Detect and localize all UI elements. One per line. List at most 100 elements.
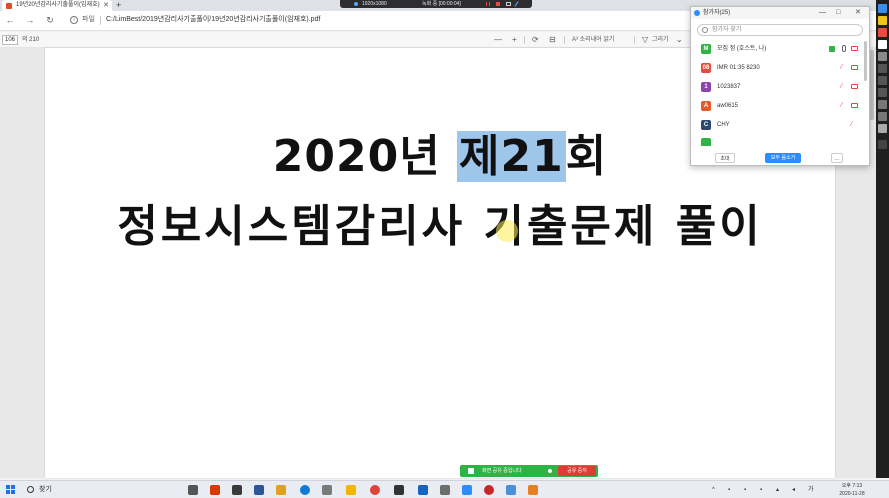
pen-icon[interactable] [514,1,519,7]
text-icon[interactable] [878,100,887,109]
read-aloud-button[interactable]: A³ 소리내어 읽기 [572,34,614,46]
options-icon[interactable] [548,469,552,473]
participant-row[interactable]: 08 IMR 01:35 8230 ⁄ [697,60,863,76]
app-icon[interactable] [440,485,450,495]
microphone-muted-icon[interactable]: ⁄ [851,121,856,129]
zoom-in-button[interactable]: + [512,34,517,46]
participant-row-partial[interactable] [697,136,863,146]
participant-row[interactable]: M 모집 정 (호스트, 나) [697,41,863,57]
chrome-icon[interactable] [370,485,380,495]
rectangle-icon[interactable] [878,76,887,85]
video-off-icon[interactable] [851,65,858,70]
stop-share-button[interactable]: 공유 중지 [558,466,596,476]
tray-chevron-icon[interactable]: ^ [712,485,715,495]
windows-start-icon[interactable] [6,485,16,495]
highlighter-icon[interactable] [878,16,887,25]
participant-name: 1023837 [717,84,741,90]
search-icon [27,486,34,493]
photos-icon[interactable] [276,485,286,495]
settings-icon[interactable] [878,140,887,149]
mute-all-button[interactable]: 모두 음소거 [765,153,801,163]
eraser-icon[interactable] [878,112,887,121]
microphone-muted-icon[interactable]: ⁄ [841,102,846,110]
stop-icon[interactable] [496,2,500,6]
taskbar-search[interactable]: 찾기 [25,483,175,497]
edge-icon[interactable] [300,485,310,495]
avatar: C [701,120,711,130]
recorder-icon[interactable] [484,485,494,495]
app-icon[interactable] [322,485,332,495]
task-view-icon[interactable] [188,485,198,495]
back-icon[interactable]: ← [4,14,16,26]
microphone-muted-icon[interactable]: ⁄ [841,64,846,72]
zoom-logo-icon [694,10,700,16]
line-icon[interactable] [878,64,887,73]
tray-app-icon[interactable]: ▪ [728,485,730,495]
recording-resolution: 1920x1080 [362,1,387,7]
more-button[interactable]: ... [831,153,843,163]
network-icon[interactable]: ▴ [776,485,779,495]
app-icon[interactable] [528,485,538,495]
volume-icon[interactable]: ◂ [792,485,795,495]
camera-icon[interactable] [506,2,511,6]
clock-time: 오후 7:13 [841,483,863,489]
forward-icon[interactable]: → [24,14,36,26]
rotate-icon[interactable]: ⟳ [532,34,539,46]
tab-close-icon[interactable]: ✕ [103,0,109,11]
browser-tab[interactable]: 19년20년감리사기출풀이(임재호) ✕ [2,0,112,11]
info-icon[interactable]: i [70,16,78,24]
participant-name: CHY [717,122,730,128]
fit-page-icon[interactable]: ⊟ [549,34,556,46]
chevron-down-icon[interactable]: ⌄ [676,34,683,46]
screen-share-bar: 화면 공유 중입니다 공유 중지 [460,465,598,477]
ellipse-icon[interactable] [878,88,887,97]
screen-share-icon [829,46,835,52]
zoom-icon[interactable] [462,485,472,495]
minimize-icon[interactable]: — [819,7,826,19]
tray-app-icon[interactable]: ▪ [760,485,762,495]
tray-app-icon[interactable]: ▪ [744,485,746,495]
address-scheme-label: 파일 [82,16,95,23]
microphone-icon[interactable] [842,45,846,52]
panel-title: 참가자(25) [703,10,731,16]
app-icon[interactable] [506,485,516,495]
file-explorer-icon[interactable] [346,485,356,495]
participant-search-input[interactable]: 참가자 찾기 [697,24,863,36]
avatar: A [701,101,711,111]
participant-row[interactable]: 1 1023837 ⁄ [697,79,863,95]
cursor-icon[interactable] [878,4,887,13]
video-off-icon[interactable] [851,84,858,89]
participant-row[interactable]: A aw0615 ⁄ [697,98,863,114]
microphone-muted-icon[interactable]: ⁄ [841,83,846,91]
close-icon[interactable]: ✕ [855,7,861,19]
settings-icon[interactable] [232,485,242,495]
pen-red-icon[interactable] [878,28,887,37]
draw-button[interactable]: 그리기 [652,34,669,46]
video-off-icon[interactable] [851,46,858,51]
video-off-icon[interactable] [851,103,858,108]
app-icon[interactable] [418,485,428,495]
screen: 19년20년감리사기출풀이(임재호) ✕ + 1920x1080 녹화 중 [0… [0,0,889,498]
pen-white-icon[interactable] [878,40,887,49]
recording-timer: 녹화 중 [00:00:04] [422,1,461,7]
new-tab-button[interactable]: + [116,0,121,11]
taskbar-clock[interactable]: 오후 7:13 2020-11-28 [832,482,872,498]
pin-icon[interactable] [354,2,358,6]
maximize-icon[interactable]: □ [836,7,840,19]
office-icon[interactable] [210,485,220,495]
draw-icon[interactable]: ▽ [642,34,648,46]
refresh-icon[interactable]: ↻ [44,14,56,26]
address-url[interactable]: C:/LimBest/2019년감리사기출풀이/19년20년감리사기출풀이(임재… [106,14,320,26]
pen-gray-icon[interactable] [878,52,887,61]
participant-row[interactable]: C CHY ⁄ [697,117,863,133]
invite-button[interactable]: 초대 [715,153,735,163]
zoom-out-button[interactable]: — [494,34,502,46]
pause-icon[interactable] [486,2,490,6]
divider [100,16,101,25]
clear-icon[interactable] [878,124,887,133]
mail-icon[interactable] [254,485,264,495]
ime-icon[interactable]: 가 [808,485,814,495]
page-number-input[interactable]: 106 [2,35,18,45]
panel-scrollbar[interactable] [864,41,867,81]
store-icon[interactable] [394,485,404,495]
